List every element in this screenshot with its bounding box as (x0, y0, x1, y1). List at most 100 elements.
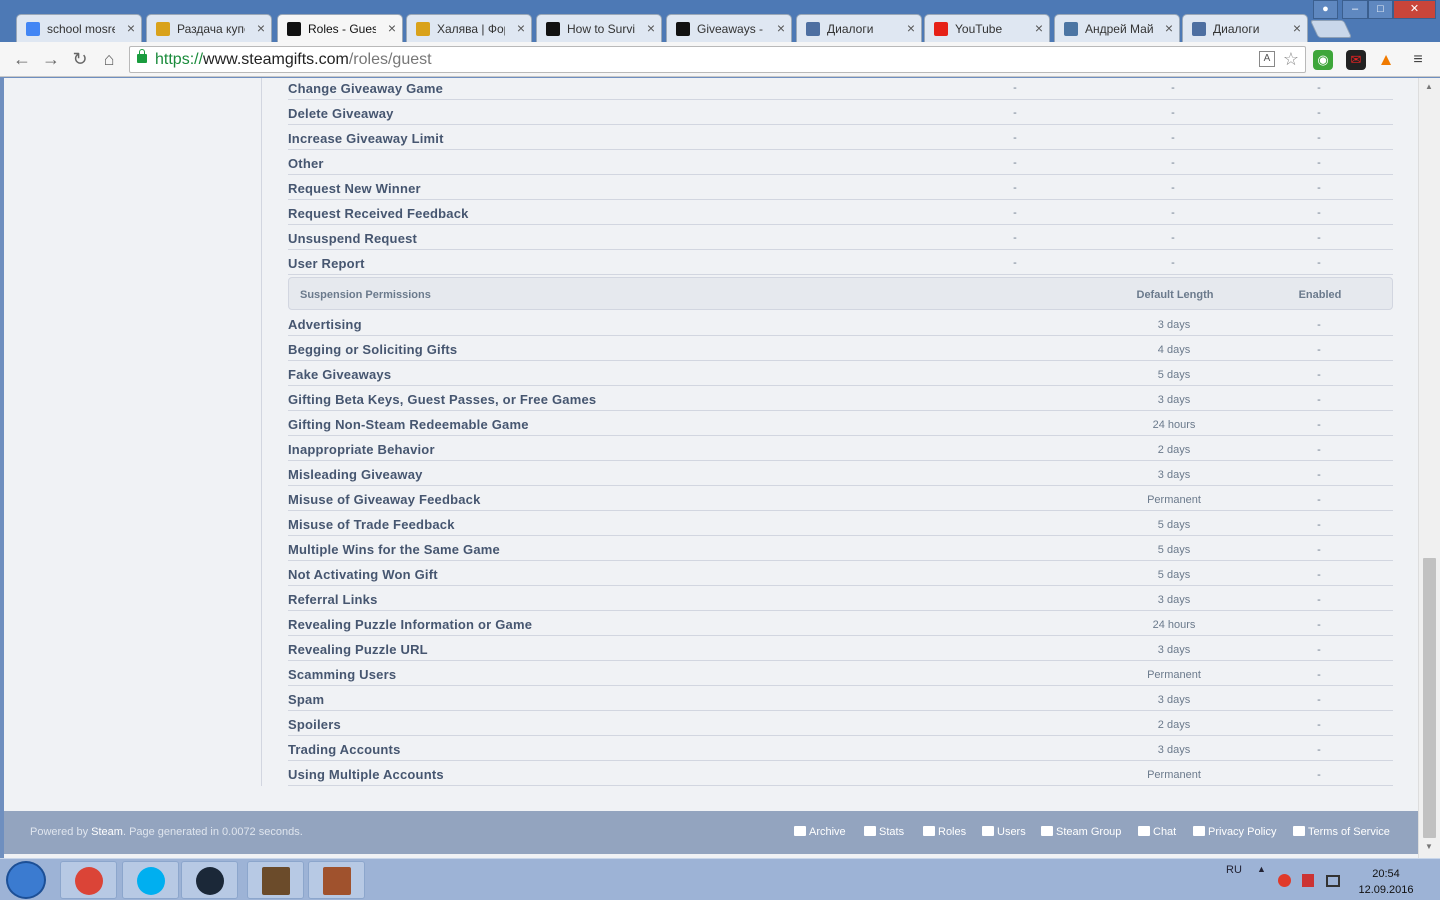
default-length: 3 days (1157, 394, 1191, 406)
close-tab-icon[interactable]: × (907, 20, 915, 36)
footer-link-label: Stats (879, 826, 905, 838)
enabled-value: - (1317, 694, 1321, 706)
close-tab-icon[interactable]: × (1293, 20, 1301, 36)
browser-tab[interactable]: school mosreg × (16, 14, 142, 42)
footer-link-label: Users (997, 826, 1026, 838)
extension-green-icon[interactable]: ◉ (1313, 50, 1333, 70)
enabled-value: - (1317, 569, 1321, 581)
browser-tab[interactable]: Giveaways - W × (666, 14, 792, 42)
page-scrollbar[interactable]: ▲ ▼ (1418, 78, 1440, 858)
default-length: 3 days (1157, 694, 1191, 706)
chat-icon (1192, 22, 1206, 36)
browser-tab[interactable]: Диалоги × (1182, 14, 1308, 42)
extension-mail-icon[interactable]: ✉ (1346, 50, 1366, 70)
scroll-up-icon[interactable]: ▲ (1425, 82, 1433, 91)
antivirus-icon[interactable] (1278, 874, 1291, 887)
table-row: Gifting Non-Steam Redeemable Game 24 hour… (288, 411, 1393, 436)
footer-link[interactable]: Stats (864, 826, 904, 838)
browser-tab[interactable]: Раздача купо × (146, 14, 272, 42)
permission-value: - (1013, 207, 1017, 219)
scrollbar-thumb[interactable] (1423, 558, 1436, 838)
close-tab-icon[interactable]: × (257, 20, 265, 36)
menu-icon[interactable]: ≡ (1408, 50, 1428, 70)
tab-title: Диалоги (827, 22, 874, 36)
footer-link[interactable]: Roles (923, 826, 966, 838)
start-button[interactable] (6, 861, 46, 899)
browser-tab[interactable]: How to Surviv × (536, 14, 662, 42)
taskbar-app-steam[interactable] (181, 861, 238, 899)
browser-tab[interactable]: Roles - Guest × (277, 14, 403, 42)
footer-link[interactable]: Terms of Service (1293, 826, 1390, 838)
bookmark-star-icon[interactable]: ☆ (1283, 47, 1299, 72)
taskbar-app-chrome[interactable] (60, 861, 117, 899)
enabled-value: - (1317, 594, 1321, 606)
close-tab-icon[interactable]: × (1165, 20, 1173, 36)
permission-value: - (1317, 182, 1321, 194)
close-tab-icon[interactable]: × (777, 20, 785, 36)
header-title: Suspension Permissions (300, 289, 431, 301)
suspension-name: Trading Accounts (288, 742, 401, 757)
taskbar-app-skype[interactable] (122, 861, 179, 899)
footer-link[interactable]: Chat (1138, 826, 1176, 838)
tray-app-icon[interactable] (1302, 874, 1314, 887)
table-row: Misuse of Trade Feedback 5 days - (288, 511, 1393, 536)
system-clock[interactable]: 20:54 12.09.2016 (1352, 866, 1420, 898)
default-length: 3 days (1157, 469, 1191, 481)
bar-chart-icon (864, 826, 876, 836)
permission-name: Request Received Feedback (288, 206, 469, 221)
browser-tab[interactable]: YouTube × (924, 14, 1050, 42)
home-icon[interactable]: ⌂ (98, 48, 120, 70)
url-path: /roles/guest (348, 51, 432, 68)
forum-icon (156, 22, 170, 36)
permission-value: - (1171, 232, 1175, 244)
address-bar[interactable]: https://www.steamgifts.com/roles/guest A… (129, 46, 1306, 73)
browser-tab[interactable]: Диалоги × (796, 14, 922, 42)
close-tab-icon[interactable]: × (388, 20, 396, 36)
taskbar-app-game-2[interactable] (308, 861, 365, 899)
tab-title: Giveaways - W (697, 22, 765, 36)
chat-icon (806, 22, 820, 36)
suspension-name: Fake Giveaways (288, 367, 392, 382)
windows-taskbar: RU ▲ 20:54 12.09.2016 (0, 858, 1440, 900)
tab-title: school mosreg (47, 22, 115, 36)
maximize-button[interactable]: □ (1368, 0, 1393, 19)
steam-link[interactable]: Steam (91, 826, 123, 838)
close-tab-icon[interactable]: × (1035, 20, 1043, 36)
extension-fire-icon[interactable]: ▲ (1376, 50, 1396, 70)
back-arrow-icon[interactable]: ← (11, 48, 33, 70)
close-tab-icon[interactable]: × (517, 20, 525, 36)
scroll-down-icon[interactable]: ▼ (1425, 842, 1433, 851)
footer-link-label: Archive (809, 826, 846, 838)
tab-title: How to Surviv (567, 22, 635, 36)
network-icon[interactable] (1326, 875, 1340, 887)
browser-tab[interactable]: Андрей Майс × (1054, 14, 1180, 42)
footer-link[interactable]: Steam Group (1041, 826, 1121, 838)
site-footer: Powered by Steam. Page generated in 0.00… (4, 811, 1418, 854)
suspension-name: Misuse of Trade Feedback (288, 517, 455, 532)
permission-value: - (1013, 132, 1017, 144)
translate-icon[interactable]: A (1259, 51, 1275, 67)
steamgifts-icon (287, 22, 301, 36)
header-default-length: Default Length (1136, 289, 1214, 301)
new-tab-button[interactable] (1309, 20, 1353, 38)
enabled-value: - (1317, 619, 1321, 631)
taskbar-app-game-1[interactable] (247, 861, 304, 899)
browser-tab[interactable]: Халява | Фору × (406, 14, 532, 42)
minimize-button[interactable]: – (1342, 0, 1368, 19)
footer-link[interactable]: Users (982, 826, 1026, 838)
footer-link[interactable]: Archive (794, 826, 846, 838)
close-window-button[interactable]: ✕ (1393, 0, 1436, 19)
footer-link[interactable]: Privacy Policy (1193, 826, 1276, 838)
profile-icon[interactable]: ● (1313, 0, 1338, 19)
reload-icon[interactable]: ↻ (69, 48, 91, 70)
permission-value: - (1317, 207, 1321, 219)
language-indicator[interactable]: RU (1226, 864, 1242, 876)
suspension-permissions-header: Suspension Permissions Default Length En… (288, 277, 1393, 310)
tray-expand-icon[interactable]: ▲ (1257, 864, 1266, 874)
table-row: Not Activating Won Gift 5 days - (288, 561, 1393, 586)
tab-title: Раздача купо (177, 22, 245, 36)
suspension-name: Gifting Beta Keys, Guest Passes, or Free… (288, 392, 597, 407)
close-tab-icon[interactable]: × (127, 20, 135, 36)
close-tab-icon[interactable]: × (647, 20, 655, 36)
forward-arrow-icon[interactable]: → (40, 48, 62, 70)
